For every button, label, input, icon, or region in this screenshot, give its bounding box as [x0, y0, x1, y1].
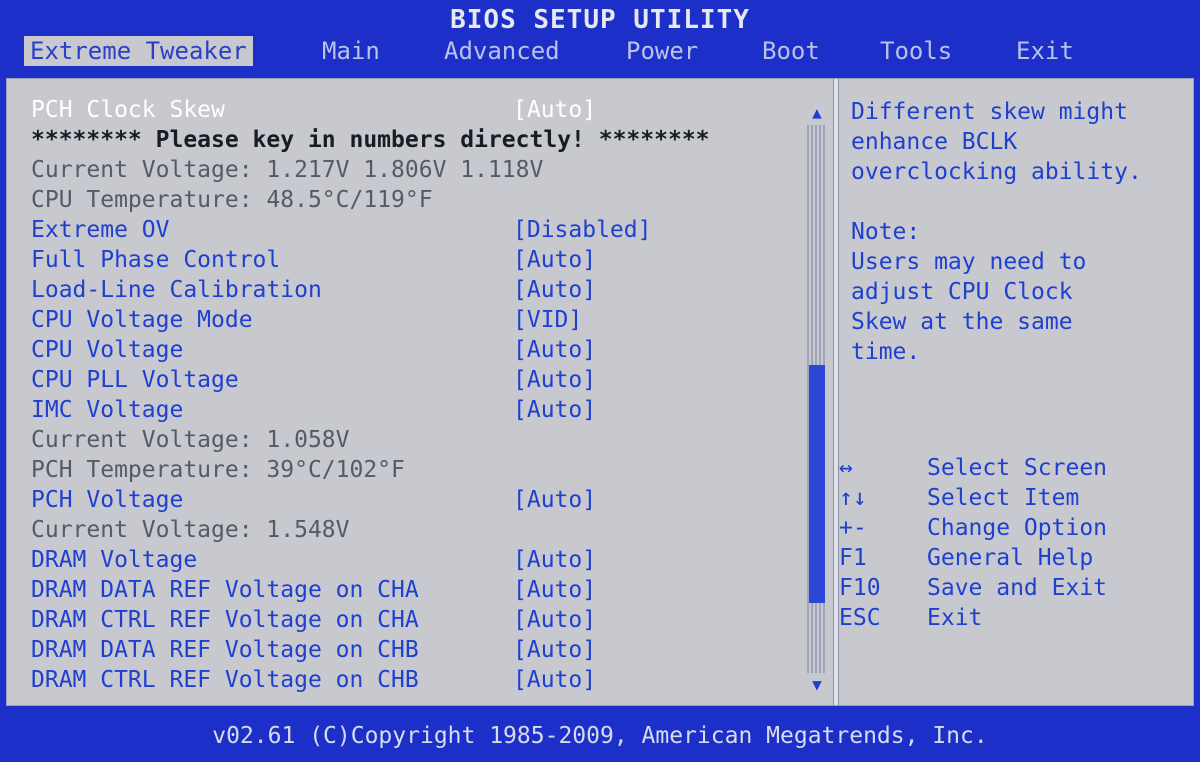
- setting-value[interactable]: [Auto]: [513, 575, 596, 605]
- setting-dram-voltage[interactable]: DRAM Voltage [Auto]: [31, 545, 791, 575]
- key-description: General Help: [927, 545, 1094, 571]
- setting-load-line-calibration[interactable]: Load-Line Calibration [Auto]: [31, 275, 791, 305]
- tab-bar: Extreme Tweaker Main Advanced Power Boot…: [0, 36, 1200, 68]
- setting-value[interactable]: [Auto]: [513, 95, 596, 125]
- setting-value[interactable]: [Auto]: [513, 335, 596, 365]
- key-description: Exit: [927, 605, 983, 631]
- setting-cpu-pll-voltage[interactable]: CPU PLL Voltage [Auto]: [31, 365, 791, 395]
- main-panel: PCH Clock Skew [Auto] ******** Please ke…: [6, 78, 1194, 706]
- setting-extreme-ov[interactable]: Extreme OV [Disabled]: [31, 215, 791, 245]
- setting-cpu-voltage-mode[interactable]: CPU Voltage Mode [VID]: [31, 305, 791, 335]
- help-panel: Different skew might enhance BCLK overcl…: [851, 97, 1181, 367]
- setting-dram-data-ref-cha[interactable]: DRAM DATA REF Voltage on CHA [Auto]: [31, 575, 791, 605]
- key-legend-row: ESC Exit: [839, 603, 1189, 633]
- setting-cpu-voltage[interactable]: CPU Voltage [Auto]: [31, 335, 791, 365]
- scroll-down-arrow-icon[interactable]: ▼: [807, 675, 827, 695]
- help-line: Users may need to: [851, 249, 1087, 275]
- key-legend-row: ↑↓ Select Item: [839, 483, 1189, 513]
- setting-full-phase-control[interactable]: Full Phase Control [Auto]: [31, 245, 791, 275]
- help-line: Skew at the same: [851, 309, 1073, 335]
- arrows-vertical-icon: ↑↓: [839, 485, 867, 511]
- tab-advanced[interactable]: Advanced: [438, 36, 566, 66]
- setting-dram-data-ref-chb[interactable]: DRAM DATA REF Voltage on CHB [Auto]: [31, 635, 791, 665]
- help-line: enhance BCLK: [851, 129, 1018, 155]
- info-text: CPU Temperature: 48.5°C/119°F: [31, 187, 433, 213]
- setting-value[interactable]: [Auto]: [513, 605, 596, 635]
- setting-label: Full Phase Control: [31, 247, 281, 273]
- help-line: adjust CPU Clock: [851, 279, 1073, 305]
- esc-key: ESC: [839, 605, 881, 631]
- info-cpu-temperature: CPU Temperature: 48.5°C/119°F: [31, 185, 791, 215]
- setting-imc-voltage[interactable]: IMC Voltage [Auto]: [31, 395, 791, 425]
- f10-key: F10: [839, 575, 881, 601]
- setting-value[interactable]: [Auto]: [513, 245, 596, 275]
- info-pch-current-voltage: Current Voltage: 1.548V: [31, 515, 791, 545]
- setting-label: CPU Voltage: [31, 337, 184, 363]
- info-text: Current Voltage: 1.058V: [31, 427, 350, 453]
- window-title: BIOS SETUP UTILITY: [450, 5, 750, 35]
- setting-label: DRAM DATA REF Voltage on CHA: [31, 577, 419, 603]
- key-description: Save and Exit: [927, 575, 1108, 601]
- key-description: Change Option: [927, 515, 1108, 541]
- plus-minus-key: +-: [839, 515, 867, 541]
- setting-value[interactable]: [Auto]: [513, 365, 596, 395]
- notice-key-in-numbers: ******** Please key in numbers directly!…: [31, 125, 791, 155]
- info-text: PCH Temperature: 39°C/102°F: [31, 457, 405, 483]
- setting-label: DRAM CTRL REF Voltage on CHA: [31, 607, 419, 633]
- setting-value[interactable]: [Auto]: [513, 665, 596, 695]
- setting-label: Load-Line Calibration: [31, 277, 322, 303]
- setting-value[interactable]: [VID]: [513, 305, 582, 335]
- copyright-footer: v02.61 (C)Copyright 1985-2009, American …: [212, 723, 988, 749]
- help-line: time.: [851, 339, 921, 365]
- setting-pch-voltage[interactable]: PCH Voltage [Auto]: [31, 485, 791, 515]
- setting-pch-clock-skew[interactable]: PCH Clock Skew [Auto]: [31, 95, 791, 125]
- setting-value[interactable]: [Disabled]: [513, 215, 651, 245]
- help-line: [851, 187, 1181, 217]
- key-legend-row: +- Change Option: [839, 513, 1189, 543]
- tab-extreme-tweaker[interactable]: Extreme Tweaker: [24, 36, 253, 66]
- setting-label: PCH Clock Skew: [31, 97, 225, 123]
- setting-value[interactable]: [Auto]: [513, 545, 596, 575]
- setting-label: DRAM CTRL REF Voltage on CHB: [31, 667, 419, 693]
- setting-label: DRAM DATA REF Voltage on CHB: [31, 637, 419, 663]
- info-text: Current Voltage: 1.548V: [31, 517, 350, 543]
- help-line: Different skew might: [851, 99, 1128, 125]
- key-legend-row: ↔ Select Screen: [839, 453, 1189, 483]
- setting-value[interactable]: [Auto]: [513, 485, 596, 515]
- setting-label: IMC Voltage: [31, 397, 184, 423]
- setting-label: Extreme OV: [31, 217, 170, 243]
- f1-key: F1: [839, 545, 867, 571]
- help-line: overclocking ability.: [851, 159, 1142, 185]
- key-legend-row: F10 Save and Exit: [839, 573, 1189, 603]
- setting-value[interactable]: [Auto]: [513, 635, 596, 665]
- setting-dram-ctrl-ref-chb[interactable]: DRAM CTRL REF Voltage on CHB [Auto]: [31, 665, 791, 695]
- setting-label: CPU Voltage Mode: [31, 307, 253, 333]
- setting-label: DRAM Voltage: [31, 547, 198, 573]
- scroll-up-arrow-icon[interactable]: ▲: [807, 103, 827, 123]
- tab-exit[interactable]: Exit: [1010, 36, 1080, 66]
- key-legend: ↔ Select Screen ↑↓ Select Item +- Change…: [839, 453, 1189, 633]
- arrows-horizontal-icon: ↔: [839, 455, 853, 481]
- tab-main[interactable]: Main: [316, 36, 386, 66]
- key-description: Select Item: [927, 485, 1080, 511]
- info-pch-temperature: PCH Temperature: 39°C/102°F: [31, 455, 791, 485]
- tab-boot[interactable]: Boot: [756, 36, 826, 66]
- info-text: Current Voltage: 1.217V 1.806V 1.118V: [31, 157, 544, 183]
- tab-tools[interactable]: Tools: [874, 36, 958, 66]
- key-legend-row: F1 General Help: [839, 543, 1189, 573]
- info-current-voltage: Current Voltage: 1.217V 1.806V 1.118V: [31, 155, 791, 185]
- notice-text: ******** Please key in numbers directly!…: [31, 127, 710, 153]
- setting-value[interactable]: [Auto]: [513, 275, 596, 305]
- setting-label: CPU PLL Voltage: [31, 367, 239, 393]
- tab-power[interactable]: Power: [620, 36, 704, 66]
- help-line: Note:: [851, 219, 921, 245]
- key-description: Select Screen: [927, 455, 1108, 481]
- info-imc-current-voltage: Current Voltage: 1.058V: [31, 425, 791, 455]
- setting-dram-ctrl-ref-cha[interactable]: DRAM CTRL REF Voltage on CHA [Auto]: [31, 605, 791, 635]
- setting-value[interactable]: [Auto]: [513, 395, 596, 425]
- scrollbar-thumb[interactable]: [809, 365, 825, 603]
- setting-label: PCH Voltage: [31, 487, 184, 513]
